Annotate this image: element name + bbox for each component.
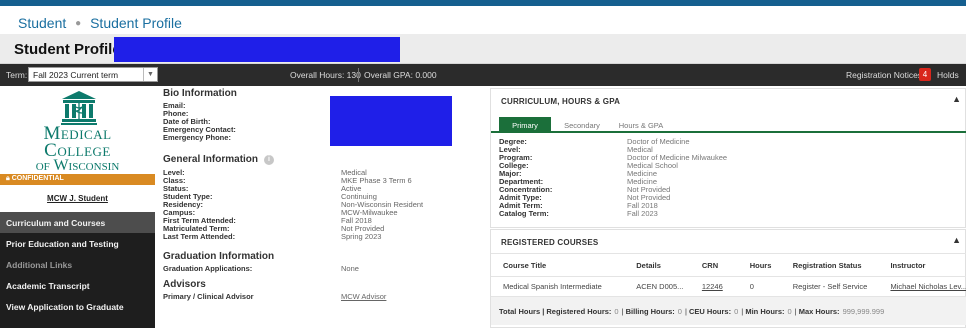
tab-secondary[interactable]: Secondary bbox=[557, 117, 607, 133]
cell-details[interactable]: ACEN D005... bbox=[624, 276, 690, 297]
col-crn: CRN bbox=[689, 253, 738, 277]
breadcrumb-separator-icon: ● bbox=[75, 18, 82, 29]
breadcrumb-student-profile[interactable]: Student Profile bbox=[90, 15, 182, 31]
page-title: Student Profile - bbox=[14, 41, 130, 58]
tab-primary[interactable]: Primary bbox=[499, 117, 551, 133]
sidebar-item-curriculum[interactable]: Curriculum and Courses bbox=[0, 212, 155, 233]
overall-gpa: Overall GPA: 0.000 bbox=[364, 70, 437, 80]
curr-catalog-term-value: Fall 2023 bbox=[627, 209, 658, 218]
graduation-applications-label: Graduation Applications: bbox=[163, 264, 253, 273]
ceu-hours-value: 0 bbox=[734, 307, 739, 316]
top-accent-strip bbox=[0, 0, 966, 6]
collapse-caret-icon[interactable]: ▲ bbox=[952, 235, 961, 245]
max-hours-label: Max Hours: bbox=[798, 307, 840, 316]
lock-icon: 🔒︎ bbox=[6, 175, 10, 182]
advisor-role-label: Primary / Clinical Advisor bbox=[163, 292, 254, 301]
graduation-applications-value: None bbox=[341, 264, 359, 273]
col-details: Details bbox=[624, 253, 690, 277]
curriculum-panel: CURRICULUM, HOURS & GPA ▲ Primary Second… bbox=[490, 88, 966, 228]
page-title-bar: Student Profile - bbox=[0, 34, 966, 64]
cell-status: Register - Self Service bbox=[780, 276, 879, 297]
student-name-link[interactable]: MCW J. Student bbox=[0, 194, 155, 203]
col-course-title: Course Title bbox=[491, 253, 625, 277]
registered-courses-panel: REGISTERED COURSES ▲ Course Title Detail… bbox=[490, 229, 966, 328]
cell-course-title: Medical Spanish Intermediate bbox=[491, 276, 625, 297]
sidebar-item-prior-education[interactable]: Prior Education and Testing bbox=[0, 233, 155, 254]
totals-label: Total Hours | bbox=[499, 307, 545, 316]
term-select-value: Fall 2023 Current term bbox=[33, 70, 119, 80]
registered-hours-value: 0 bbox=[614, 307, 619, 316]
logo-text-wisconsin: of Wisconsin bbox=[35, 157, 120, 174]
toolbar-divider bbox=[358, 68, 359, 82]
profile-toolbar: Term: Fall 2023 Current term ▼ Overall H… bbox=[0, 64, 966, 86]
min-hours-label: Min Hours: bbox=[745, 307, 785, 316]
general-heading-text: General Information bbox=[163, 154, 259, 165]
general-heading: General Information i bbox=[163, 154, 275, 166]
table-header-row: Course Title Details CRN Hours Registrat… bbox=[491, 253, 966, 277]
curr-catalog-term-label: Catalog Term: bbox=[499, 209, 549, 218]
min-hours-value: 0 bbox=[787, 307, 792, 316]
sidebar-item-additional-links[interactable]: Additional Links bbox=[0, 254, 155, 275]
curriculum-tabs: Primary Secondary Hours & GPA bbox=[491, 117, 966, 133]
term-label: Term: bbox=[6, 70, 28, 80]
sidebar-item-view-application[interactable]: View Application to Graduate bbox=[0, 296, 155, 317]
col-instructor: Instructor bbox=[878, 253, 966, 277]
bio-emergency-phone-label: Emergency Phone: bbox=[163, 133, 231, 142]
overall-hours: Overall Hours: 130 bbox=[290, 70, 361, 80]
col-hours: Hours bbox=[737, 253, 781, 277]
billing-hours-label: Billing Hours: bbox=[625, 307, 675, 316]
mcw-logo: Medical College of Wisconsin bbox=[0, 86, 155, 174]
advisors-heading: Advisors bbox=[163, 279, 206, 290]
student-name-area: MCW J. Student bbox=[0, 185, 155, 212]
cell-hours: 0 bbox=[737, 276, 781, 297]
billing-hours-value: 0 bbox=[677, 307, 682, 316]
sidebar-item-academic-transcript[interactable]: Academic Transcript bbox=[0, 275, 155, 296]
max-hours-value: 999,999.999 bbox=[842, 307, 885, 316]
cell-instructor-link[interactable]: Michael Nicholas Lev... bbox=[878, 276, 966, 297]
confidential-label: CONFIDENTIAL bbox=[11, 175, 64, 182]
sidebar: Medical College of Wisconsin 🔒︎ CONFIDEN… bbox=[0, 86, 155, 328]
breadcrumb-student[interactable]: Student bbox=[18, 15, 66, 31]
breadcrumb: Student ● Student Profile bbox=[18, 15, 182, 31]
info-icon[interactable]: i bbox=[264, 155, 275, 165]
graduation-heading: Graduation Information bbox=[163, 251, 275, 262]
col-registration-status: Registration Status bbox=[780, 253, 879, 277]
notices-count-badge[interactable]: 4 bbox=[919, 68, 931, 81]
redacted-name-block bbox=[114, 37, 400, 62]
bio-heading: Bio Information bbox=[163, 88, 237, 99]
college-building-icon bbox=[61, 91, 97, 125]
holds-link[interactable]: Holds bbox=[937, 70, 959, 80]
table-row: Medical Spanish Intermediate ACEN D005..… bbox=[491, 276, 966, 297]
advisor-name-link[interactable]: MCW Advisor bbox=[341, 292, 386, 301]
registered-courses-table: Course Title Details CRN Hours Registrat… bbox=[491, 253, 966, 297]
general-last-term-value: Spring 2023 bbox=[341, 232, 382, 241]
collapse-caret-icon[interactable]: ▲ bbox=[952, 94, 961, 104]
registered-hours-label: Registered Hours: bbox=[546, 307, 612, 316]
registered-heading: REGISTERED COURSES bbox=[501, 238, 599, 247]
curriculum-heading: CURRICULUM, HOURS & GPA bbox=[501, 97, 621, 106]
term-select[interactable]: Fall 2023 Current term ▼ bbox=[28, 67, 158, 82]
cell-crn-link[interactable]: 12246 bbox=[689, 276, 738, 297]
general-last-term-label: Last Term Attended: bbox=[163, 232, 236, 241]
confidential-banner: 🔒︎ CONFIDENTIAL bbox=[0, 174, 155, 185]
chevron-down-icon[interactable]: ▼ bbox=[143, 68, 157, 81]
redacted-bio-block bbox=[330, 96, 452, 146]
registration-notices-link[interactable]: Registration Notices bbox=[846, 70, 922, 80]
tab-hours-gpa[interactable]: Hours & GPA bbox=[613, 117, 669, 133]
ceu-hours-label: CEU Hours: bbox=[689, 307, 732, 316]
totals-bar: Total Hours | Registered Hours: 0 | Billin… bbox=[491, 297, 966, 325]
